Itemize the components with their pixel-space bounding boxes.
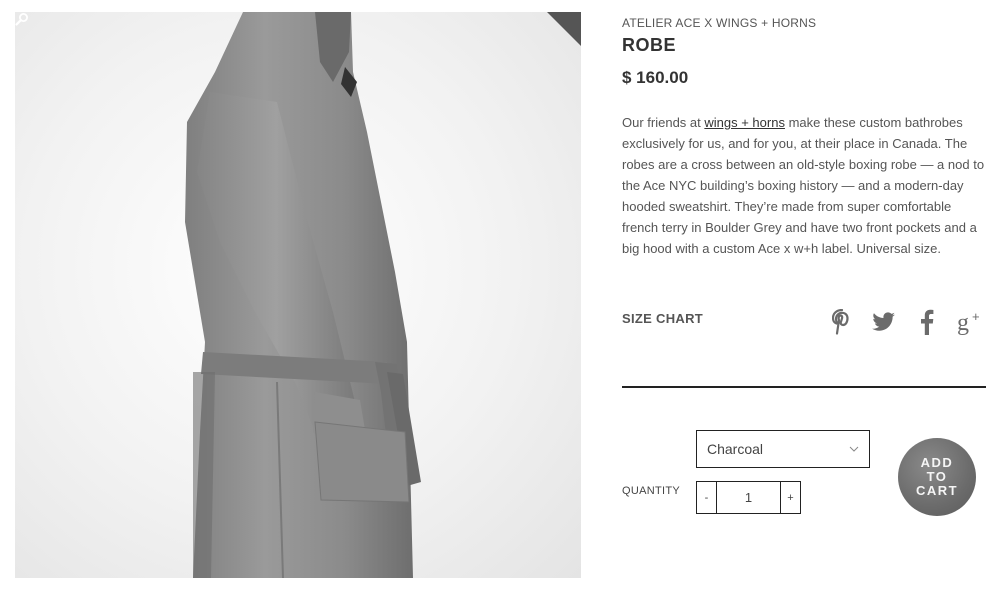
- product-brand[interactable]: ATELIER ACE X WINGS + HORNS: [622, 16, 816, 30]
- variant-select[interactable]: Charcoal: [696, 430, 870, 468]
- add-to-cart-line-3: CART: [915, 483, 959, 498]
- description-text-rest: make these custom bathrobes exclusively …: [622, 115, 985, 256]
- google-plus-icon[interactable]: g +: [956, 304, 988, 340]
- quantity-stepper: - +: [696, 481, 801, 514]
- social-share: g +: [830, 304, 990, 340]
- zoom-corner[interactable]: [547, 12, 581, 46]
- wings-horns-link[interactable]: wings + horns: [704, 115, 785, 130]
- product-description: Our friends at wings + horns make these …: [622, 112, 990, 259]
- quantity-decrement-button[interactable]: -: [697, 482, 717, 513]
- product-price: $ 160.00: [622, 68, 689, 87]
- add-to-cart-line-1: ADD: [920, 455, 954, 470]
- svg-text:g: g: [957, 310, 969, 335]
- product-title: ROBE: [622, 35, 677, 55]
- description-text-start: Our friends at: [622, 115, 705, 130]
- quantity-label: QUANTITY: [622, 485, 681, 497]
- magnifier-icon[interactable]: [15, 12, 29, 26]
- divider: [622, 386, 986, 388]
- twitter-icon[interactable]: [870, 304, 898, 340]
- robe-illustration: [185, 12, 421, 578]
- quantity-input[interactable]: [717, 482, 780, 513]
- quantity-increment-button[interactable]: +: [780, 482, 800, 513]
- add-to-cart-line-2: TO: [926, 469, 948, 484]
- add-to-cart-button[interactable]: ADD TO CART: [898, 438, 976, 516]
- pinterest-icon[interactable]: [830, 304, 854, 340]
- svg-text:+: +: [972, 309, 980, 324]
- product-image[interactable]: [15, 12, 581, 578]
- facebook-icon[interactable]: [916, 304, 938, 340]
- chevron-down-icon: [849, 446, 859, 452]
- variant-selected-value: Charcoal: [707, 441, 764, 457]
- size-chart-link[interactable]: SIZE CHART: [622, 311, 703, 326]
